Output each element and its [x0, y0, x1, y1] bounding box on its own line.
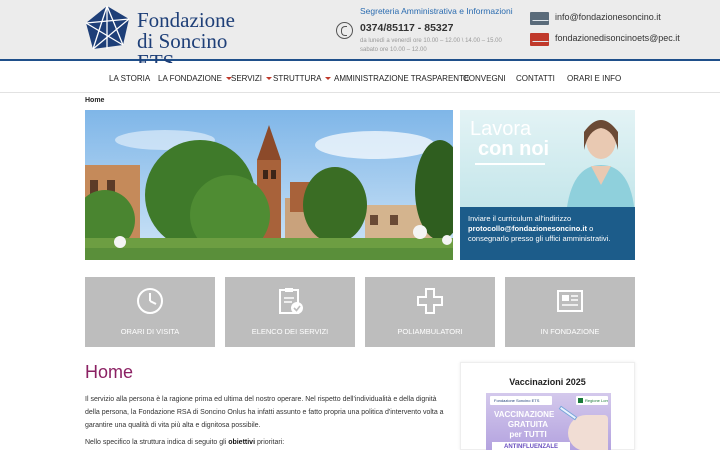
office-hours-saturday: sabato ore 10.00 – 12.00: [360, 47, 427, 53]
secretary-label: Segreteria Amministrativa e Informazioni: [360, 6, 513, 16]
clock-icon: [137, 288, 163, 314]
newspaper-icon: [557, 290, 583, 312]
tile-orari-di-visita[interactable]: ORARI DI VISITA: [85, 277, 215, 347]
pec-link[interactable]: fondazionedisoncinoets@pec.it: [555, 33, 680, 43]
intro-paragraph: Il servizio alla persona è la ragione pr…: [85, 396, 444, 429]
nav-label: CONVEGNI: [463, 74, 506, 83]
office-hours-weekdays: da lunedì a venerdì ore 10.00 – 12.00 \ …: [360, 38, 502, 44]
page-title: Home: [85, 362, 134, 382]
vaccination-banner[interactable]: Fondazione Soncino ETS Regione Lombardia…: [486, 393, 611, 450]
objectives-bold: obiettivi: [228, 439, 256, 446]
sidebar-vaccinations: Vaccinazioni 2025 Fondazione Soncino ETS…: [460, 362, 635, 450]
vax-line-4: ANTINFLUENZALE: [492, 442, 570, 450]
envelope-icon: [530, 12, 549, 25]
contact-info: Segreteria Amministrativa e Informazioni…: [336, 6, 516, 56]
nav-label: AMMINISTRAZIONE TRASPARENTE: [334, 74, 470, 83]
promo-text: Inviare il curriculum all'indirizzo prot…: [468, 214, 628, 244]
nav-label: LA STORIA: [109, 74, 151, 83]
clipboard-check-icon: [279, 288, 303, 314]
site-logo[interactable]: Fondazione di Soncino ETS: [85, 5, 265, 73]
vax-line-1: VACCINAZIONE: [494, 410, 555, 419]
nav-item-la-fondazione[interactable]: LA FONDAZIONE: [158, 74, 233, 83]
promo-title-line2: con noi: [478, 138, 550, 160]
chevron-down-icon: [265, 77, 272, 80]
nav-label: SERVIZI: [231, 74, 262, 83]
nav-item-servizi[interactable]: SERVIZI: [231, 74, 272, 83]
logo-mark-icon: [85, 5, 130, 50]
nav-label: ORARI E INFO: [567, 74, 622, 83]
main-nav: LA STORIA LA FONDAZIONE SERVIZI STRUTTUR…: [0, 63, 720, 93]
sidebar-title: Vaccinazioni 2025: [509, 377, 586, 387]
regione-logo-badge: Regione Lombardia: [576, 396, 608, 405]
tile-label: ORARI DI VISITA: [120, 327, 180, 336]
nav-label: LA FONDAZIONE: [158, 74, 223, 83]
vax-line-2: GRATUITA: [507, 420, 549, 429]
nav-item-amministrazione-trasparente[interactable]: AMMINISTRAZIONE TRASPARENTE: [334, 74, 469, 83]
phone-icon: [336, 22, 353, 39]
pec-envelope-icon: [530, 33, 549, 46]
work-with-us-banner[interactable]: Lavora con noi Inviare il curriculum all…: [460, 110, 635, 260]
breadcrumb[interactable]: Home: [85, 97, 104, 104]
fondazione-logo-badge: Fondazione Soncino ETS: [490, 396, 552, 405]
tile-label: IN FONDAZIONE: [540, 327, 600, 336]
tile-elenco-dei-servizi[interactable]: ELENCO DEI SERVIZI: [225, 277, 355, 347]
objectives-text-pre: Nello specifico la struttura indica di s…: [85, 439, 229, 446]
objectives-text-post: prioritari:: [255, 439, 285, 446]
tile-label: POLIAMBULATORI: [397, 327, 463, 336]
nav-item-contatti[interactable]: CONTATTI: [516, 74, 555, 83]
nav-item-struttura[interactable]: STRUTTURA: [273, 74, 332, 83]
nurse-photo: [566, 120, 635, 215]
promo-email[interactable]: protocollo@fondazionesoncino.it: [468, 224, 587, 233]
syringe-icon: [558, 405, 578, 421]
nav-item-orari-e-info[interactable]: ORARI E INFO: [567, 74, 621, 83]
tile-in-fondazione[interactable]: IN FONDAZIONE: [505, 277, 635, 347]
nav-item-convegni[interactable]: CONVEGNI: [463, 74, 506, 83]
tile-poliambulatori[interactable]: POLIAMBULATORI: [365, 277, 495, 347]
tile-label: ELENCO DEI SERVIZI: [251, 327, 329, 336]
site-header: Fondazione di Soncino ETS Segreteria Amm…: [0, 0, 720, 73]
medical-cross-icon: [417, 288, 443, 314]
promo-text-pre: Inviare il curriculum all'indirizzo: [468, 214, 572, 223]
nav-label: STRUTTURA: [273, 74, 322, 83]
phone-number[interactable]: 0374/85117 - 85327: [360, 22, 453, 34]
promo-divider: [475, 163, 545, 165]
nav-item-la-storia[interactable]: LA STORIA: [109, 74, 150, 83]
objectives-paragraph: Nello specifico la struttura indica di s…: [85, 436, 450, 449]
chevron-down-icon: [325, 77, 332, 80]
logo-line-1: Fondazione: [137, 8, 235, 32]
vax-line-3: per TUTTI: [509, 430, 547, 439]
nav-label: CONTATTI: [516, 74, 555, 83]
hero-image: [85, 110, 453, 260]
email-link[interactable]: info@fondazionesoncino.it: [555, 12, 661, 22]
